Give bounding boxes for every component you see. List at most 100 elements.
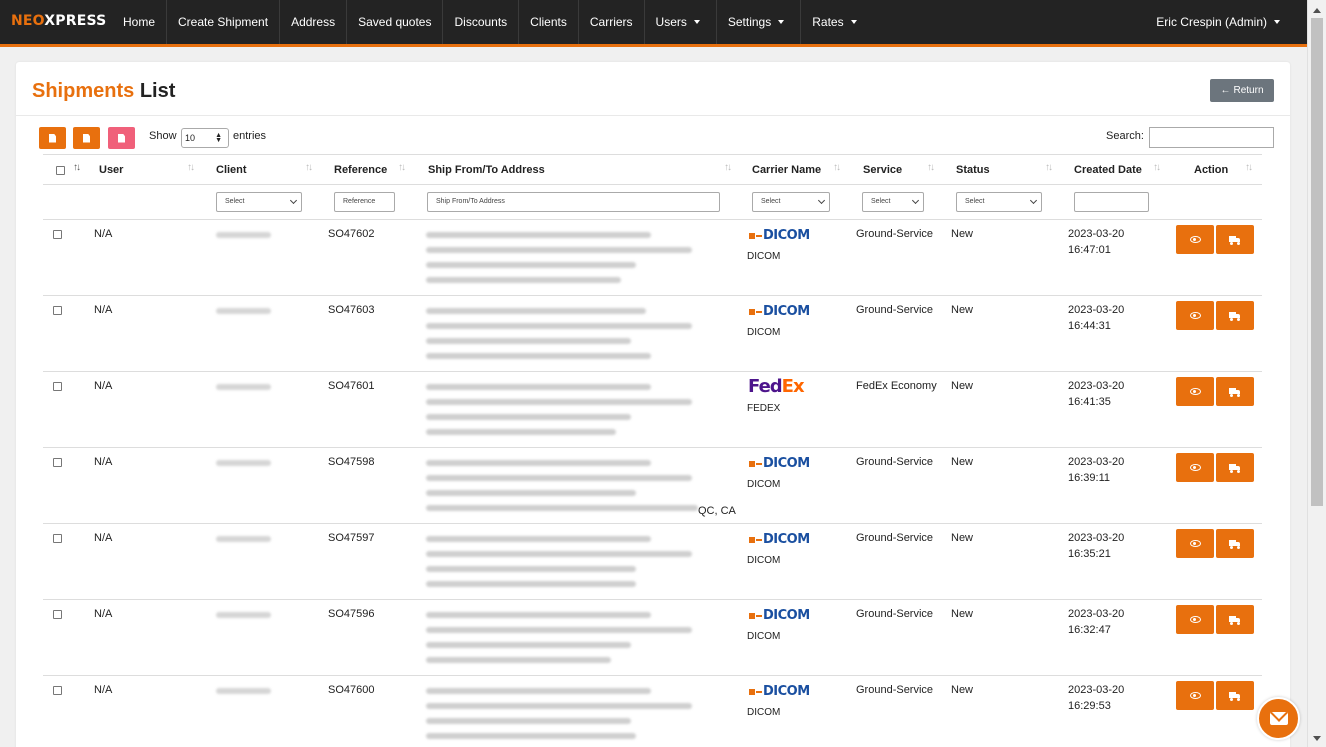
address-filter-input[interactable]: Ship From/To Address [427, 192, 720, 212]
header-status[interactable]: Status [956, 155, 990, 185]
select-all-checkbox[interactable] [56, 166, 65, 175]
ship-button[interactable] [1216, 605, 1254, 634]
row-checkbox[interactable] [53, 458, 62, 467]
address-redacted [426, 247, 692, 253]
nav-clients[interactable]: Clients [519, 0, 579, 44]
entries-label: entries [233, 130, 267, 142]
view-button[interactable] [1176, 377, 1214, 406]
carrier-name-cell: DICOM [747, 707, 781, 718]
address-redacted [426, 551, 692, 557]
header-address[interactable]: Ship From/To Address [428, 155, 545, 185]
row-checkbox[interactable] [53, 610, 62, 619]
sort-icon[interactable]: ↑↓ [1045, 162, 1053, 173]
sort-icon[interactable]: ↑↓ [1245, 162, 1253, 173]
ship-button[interactable] [1216, 453, 1254, 482]
ship-button[interactable] [1216, 225, 1254, 254]
chevron-down-icon [1029, 196, 1038, 205]
row-checkbox[interactable] [53, 686, 62, 695]
nav-discounts[interactable]: Discounts [443, 0, 520, 44]
export-csv-button[interactable] [39, 127, 66, 149]
address-redacted [426, 323, 692, 329]
sort-icon[interactable]: ↑↓ [724, 162, 732, 173]
ship-button[interactable] [1216, 529, 1254, 558]
nav-saved-quotes[interactable]: Saved quotes [347, 0, 444, 44]
created-date-cell: 2023-03-20 [1068, 532, 1125, 544]
address-redacted [426, 688, 651, 694]
truck-icon [1229, 235, 1241, 245]
export-pdf-button[interactable] [108, 127, 135, 149]
dicom-logo: DICOM [749, 532, 810, 547]
page-length-select[interactable]: 10 ▲ ▼ [181, 128, 229, 148]
scroll-down-icon[interactable] [1313, 736, 1321, 741]
show-label: Show [149, 130, 177, 142]
reference-filter-input[interactable]: Reference [334, 192, 395, 212]
export-excel-button[interactable] [73, 127, 100, 149]
address-redacted [426, 505, 698, 511]
sort-icon[interactable]: ↑↓ [1153, 162, 1161, 173]
view-button[interactable] [1176, 605, 1214, 634]
view-button[interactable] [1176, 453, 1214, 482]
view-button[interactable] [1176, 529, 1214, 558]
user-cell: N/A [94, 532, 113, 544]
nav-users[interactable]: Users [645, 0, 717, 44]
client-redacted [216, 232, 271, 238]
nav-carriers[interactable]: Carriers [579, 0, 645, 44]
sort-icon[interactable]: ↑↓ [187, 162, 195, 173]
status-filter-select[interactable]: Select [956, 192, 1042, 212]
status-cell: New [951, 380, 974, 392]
service-filter-select[interactable]: Select [862, 192, 924, 212]
view-button[interactable] [1176, 301, 1214, 330]
created-date-cell: 2023-03-20 [1068, 304, 1125, 316]
sort-icon[interactable]: ↑↓ [833, 162, 841, 173]
search-input[interactable] [1149, 127, 1274, 148]
view-button[interactable] [1176, 225, 1214, 254]
user-menu[interactable]: Eric Crespin (Admin) [1156, 0, 1280, 44]
ship-button[interactable] [1216, 301, 1254, 330]
row-checkbox[interactable] [53, 382, 62, 391]
truck-icon [1229, 463, 1241, 473]
address-redacted [426, 277, 621, 283]
header-action: Action [1194, 164, 1229, 176]
page-scrollbar[interactable] [1307, 0, 1326, 747]
header-service[interactable]: Service [863, 155, 902, 185]
return-button[interactable]: ← Return [1210, 79, 1274, 102]
client-filter-select[interactable]: Select [216, 192, 302, 212]
nav-rates[interactable]: Rates [801, 0, 867, 44]
dicom-logo: DICOM [749, 228, 810, 243]
address-suffix: QC, CA [698, 505, 736, 517]
created-date-cell: 2023-03-20 [1068, 228, 1125, 240]
nav-create-shipment[interactable]: Create Shipment [167, 0, 281, 44]
created-time-cell: 16:41:35 [1068, 396, 1111, 408]
carrier-name-cell: FEDEX [747, 403, 781, 414]
view-button[interactable] [1176, 681, 1214, 710]
header-carrier[interactable]: Carrier Name [752, 155, 821, 185]
carrier-filter-select[interactable]: Select [752, 192, 830, 212]
nav-home[interactable]: Home [112, 0, 168, 44]
nav-address[interactable]: Address [280, 0, 348, 44]
sort-icon[interactable]: ↑↓ [398, 162, 406, 173]
status-cell: New [951, 456, 974, 468]
nav-settings[interactable]: Settings [717, 0, 802, 44]
sort-icon[interactable]: ↑↓ [73, 162, 81, 173]
header-client[interactable]: Client [216, 155, 247, 185]
sort-icon[interactable]: ↑↓ [305, 162, 313, 173]
header-user[interactable]: User [99, 155, 123, 185]
service-cell: Ground-Service [856, 304, 934, 316]
dicom-logo: DICOM [749, 684, 810, 699]
sort-icon[interactable]: ↑↓ [927, 162, 935, 173]
scroll-up-icon[interactable] [1313, 8, 1321, 13]
row-checkbox[interactable] [53, 306, 62, 315]
date-filter-input[interactable] [1074, 192, 1149, 212]
header-created-date[interactable]: Created Date [1074, 155, 1142, 185]
header-reference[interactable]: Reference [334, 155, 387, 185]
chat-button[interactable] [1257, 697, 1300, 740]
scrollbar-thumb[interactable] [1311, 18, 1323, 506]
table-row: N/A SO47601 FedEx FEDEX FedEx Economy Ne… [43, 372, 1262, 448]
row-checkbox[interactable] [53, 534, 62, 543]
ship-button[interactable] [1216, 681, 1254, 710]
envelope-icon [1269, 712, 1288, 725]
row-checkbox[interactable] [53, 230, 62, 239]
ship-button[interactable] [1216, 377, 1254, 406]
created-date-cell: 2023-03-20 [1068, 456, 1125, 468]
brand-logo[interactable]: NEOXPRESS [0, 13, 112, 29]
